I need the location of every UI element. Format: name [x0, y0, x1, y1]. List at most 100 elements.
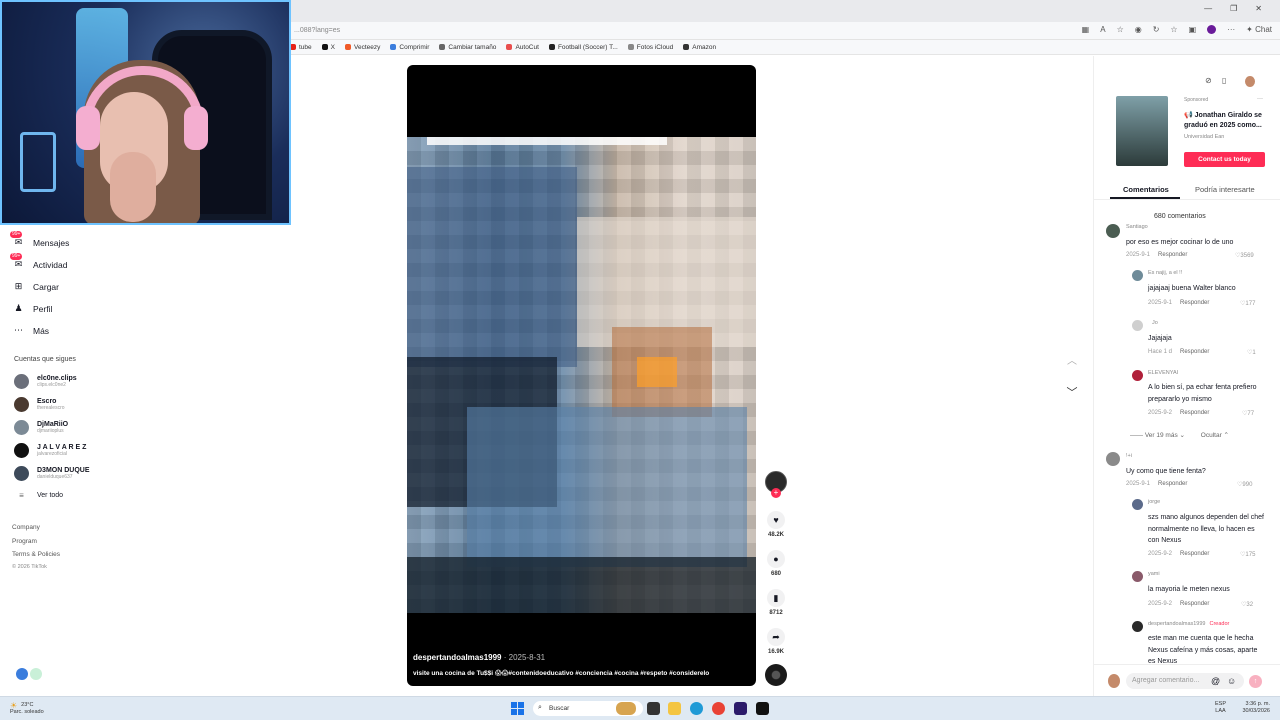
reply-button[interactable]: Responder	[1180, 551, 1209, 557]
task-view-icon[interactable]	[647, 702, 660, 715]
favorites-icon[interactable]: ☆	[1170, 25, 1177, 34]
app-icon[interactable]	[16, 668, 28, 680]
comment-username[interactable]: Es najij, a el !!	[1148, 270, 1182, 276]
sidebar-item-message[interactable]: ✉ 99+ Mensajes	[10, 231, 69, 249]
hide-replies[interactable]: Ocultar	[1201, 432, 1222, 439]
comment-username[interactable]: jorge	[1148, 499, 1160, 505]
music-disc-icon[interactable]	[765, 664, 787, 686]
reply-button[interactable]: Responder	[1180, 601, 1209, 607]
minimize-icon[interactable]: —	[1204, 4, 1212, 13]
video-player[interactable]: despertandoalmas1999 · 2025-8-31 visite …	[407, 65, 756, 686]
view-more-replies[interactable]: Ver 19 más	[1145, 432, 1178, 439]
comment-like[interactable]: ♡1	[1247, 349, 1256, 356]
avatar[interactable]	[1132, 320, 1143, 331]
like-button[interactable]: ♥ 48.2K	[765, 511, 787, 538]
bookmark-item[interactable]: Comprimir	[390, 44, 429, 51]
avatar[interactable]	[1132, 571, 1143, 582]
comment-like[interactable]: ♡32	[1241, 601, 1253, 608]
tab-recommended[interactable]: Podría interesarte	[1195, 185, 1255, 194]
chevron-up-icon[interactable]: ︿	[1063, 350, 1081, 368]
bookmark-item[interactable]: tube	[290, 44, 312, 51]
share-button[interactable]: ➦ 16.9K	[765, 628, 787, 655]
sidebar-item-profile[interactable]: ♟ Perfil	[12, 302, 52, 315]
premiere-icon[interactable]	[734, 702, 747, 715]
footer-link[interactable]: Program	[12, 538, 37, 545]
avatar[interactable]	[1106, 224, 1120, 238]
file-explorer-icon[interactable]	[668, 702, 681, 715]
tiktok-icon[interactable]	[756, 702, 769, 715]
maximize-icon[interactable]: ❐	[1230, 4, 1237, 13]
comment-username[interactable]: !+i	[1126, 453, 1132, 459]
comment-button[interactable]: ● 680	[765, 550, 787, 577]
following-account[interactable]: DjMaRiiO djmariioplus	[14, 420, 68, 435]
comment-username[interactable]: despertandoalmas1999 Creador	[1148, 621, 1229, 627]
compass-icon[interactable]: ⊘	[1205, 76, 1212, 85]
edge-icon[interactable]	[690, 702, 703, 715]
footer-link[interactable]: Terms & Policies	[12, 551, 60, 558]
comment-like[interactable]: ♡990	[1237, 481, 1252, 488]
following-account[interactable]: D3MON DUQUE danielduque637	[14, 466, 90, 481]
bookmark-item[interactable]: AutoCut	[506, 44, 539, 51]
see-all-link[interactable]: ≡ Ver todo	[14, 491, 63, 500]
bookmark-item[interactable]: Amazon	[683, 44, 716, 51]
windows-start-icon[interactable]	[511, 702, 524, 715]
profile-avatar-icon[interactable]	[1245, 76, 1255, 87]
profile-avatar-icon[interactable]	[1207, 25, 1217, 34]
sidebar-item-inbox[interactable]: ✉ 99+ Actividad	[10, 253, 68, 271]
ad-more-icon[interactable]: ···	[1257, 96, 1263, 102]
comment-like[interactable]: ♡177	[1240, 300, 1255, 307]
following-account[interactable]: J A L V A R E Zjalvarezoficial	[14, 443, 86, 458]
comment-username[interactable]: Santiago	[1126, 224, 1148, 230]
video-author[interactable]: despertandoalmas1999	[413, 653, 502, 662]
extension-icon[interactable]: ◉	[1135, 25, 1142, 34]
widget-icon[interactable]	[616, 702, 636, 715]
ad-cta-button[interactable]: Contact us today	[1184, 152, 1265, 167]
tab-comments[interactable]: Comentarios	[1123, 185, 1169, 194]
bookmark-item[interactable]: Cambiar tamaño	[439, 44, 496, 51]
avatar[interactable]	[1132, 499, 1143, 510]
device-icon[interactable]: ▯	[1222, 76, 1226, 85]
weather-widget[interactable]: ☀ 23°C Parc. soleado	[10, 702, 44, 716]
menu-dots-icon[interactable]: ···	[1227, 25, 1235, 34]
read-aloud-icon[interactable]: A	[1100, 25, 1105, 34]
sidebar-item-upload[interactable]: ⊞ Cargar	[12, 280, 59, 293]
avatar[interactable]	[1132, 621, 1143, 632]
following-account[interactable]: Escro therealescro	[14, 397, 65, 412]
mention-icon[interactable]: @	[1211, 676, 1220, 686]
address-bar[interactable]: ...088?lang=es	[292, 24, 1082, 38]
video-author-line[interactable]: despertandoalmas1999 · 2025-8-31	[413, 653, 545, 662]
app-icon[interactable]	[30, 668, 42, 680]
collections-icon[interactable]: ▣	[1189, 25, 1197, 34]
ad-image[interactable]	[1116, 96, 1168, 166]
bookmark-item[interactable]: X	[321, 44, 335, 51]
comment-like[interactable]: ♡175	[1240, 551, 1255, 558]
comment-username[interactable]: yami	[1148, 571, 1160, 577]
avatar[interactable]	[1132, 370, 1143, 381]
bookmark-item[interactable]: Football (Soccer) T...	[548, 44, 618, 51]
bookmark-item[interactable]: Fotos iCloud	[627, 44, 673, 51]
chrome-icon[interactable]	[712, 702, 725, 715]
avatar[interactable]	[1132, 270, 1143, 281]
reply-button[interactable]: Responder	[1158, 481, 1187, 487]
refresh-icon[interactable]: ↻	[1153, 25, 1160, 34]
emoji-icon[interactable]: ☺	[1227, 676, 1236, 686]
copilot-chat-button[interactable]: ✦ Chat	[1246, 25, 1272, 34]
reply-button[interactable]: Responder	[1180, 349, 1209, 355]
reply-button[interactable]: Responder	[1158, 252, 1187, 258]
following-account[interactable]: elc0ne.clips clips.elc0ne2	[14, 374, 77, 389]
system-clock[interactable]: 3:36 p. m. 30/03/2026	[1242, 701, 1270, 715]
language-indicator[interactable]: ESP LAA	[1215, 701, 1226, 715]
bookmark-item[interactable]: Vecteezy	[345, 44, 380, 51]
chevron-down-icon[interactable]: ﹀	[1063, 383, 1081, 401]
reply-button[interactable]: Responder	[1180, 410, 1209, 416]
follow-plus-icon[interactable]: +	[771, 488, 781, 498]
footer-link[interactable]: Company	[12, 524, 40, 531]
comment-like[interactable]: ♡3569	[1235, 252, 1254, 259]
favorite-star-icon[interactable]: ☆	[1117, 25, 1124, 34]
save-button[interactable]: ▮ 8712	[765, 589, 787, 616]
comment-username[interactable]: Jo	[1152, 320, 1158, 326]
grid-icon[interactable]: ▦	[1082, 25, 1090, 34]
close-icon[interactable]: ✕	[1255, 4, 1262, 13]
sidebar-item-more[interactable]: ⋯ Más	[12, 324, 49, 337]
reply-button[interactable]: Responder	[1180, 300, 1209, 306]
